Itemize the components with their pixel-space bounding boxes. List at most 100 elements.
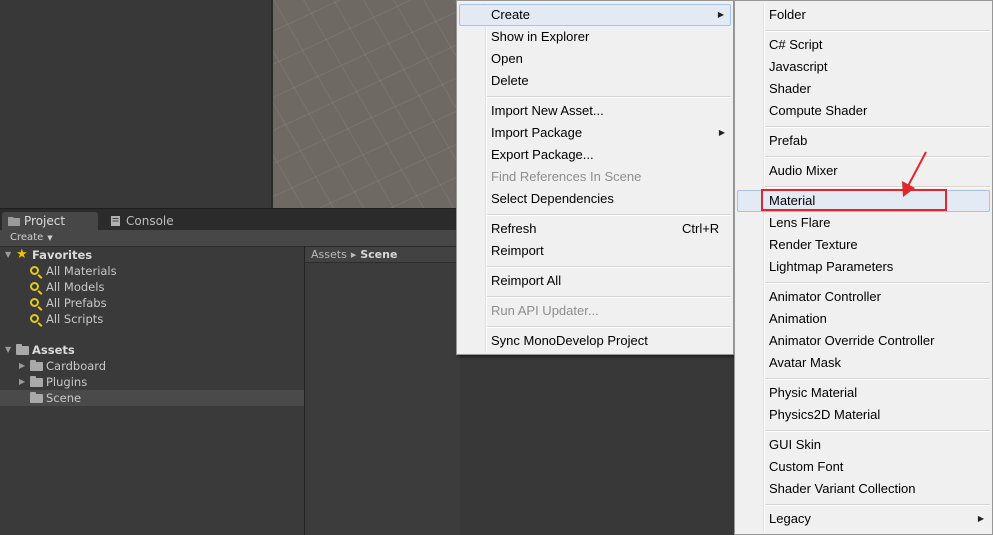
expand-down-icon[interactable]: ▼ [5, 342, 11, 358]
folder-item-plugins[interactable]: ▶ Plugins [0, 374, 304, 390]
folder-icon [30, 392, 43, 403]
menu-item-label: Shader [769, 81, 811, 96]
favorite-item-all-materials[interactable]: All Materials [0, 263, 304, 279]
menu-item-lens-flare[interactable]: Lens Flare [737, 212, 990, 234]
breadcrumb-scene[interactable]: Scene [360, 248, 397, 261]
menu-item-label: Audio Mixer [769, 163, 838, 178]
menu-item-run-api-updater: Run API Updater... [459, 300, 731, 322]
window-tab-strip: Project Console [0, 208, 460, 230]
favorite-item-all-scripts[interactable]: All Scripts [0, 311, 304, 327]
breadcrumb-assets[interactable]: Assets [311, 248, 347, 261]
menu-item-custom-font[interactable]: Custom Font [737, 456, 990, 478]
menu-item-label: Folder [769, 7, 806, 22]
menu-item-label: Avatar Mask [769, 355, 842, 370]
submenu-arrow-icon: ▶ [977, 514, 984, 523]
create-dropdown[interactable]: Create ▼ [6, 231, 57, 245]
menu-item-folder[interactable]: Folder [737, 4, 990, 26]
menu-item-import-package[interactable]: Import Package ▶ [459, 122, 731, 144]
menu-item-render-texture[interactable]: Render Texture [737, 234, 990, 256]
folder-item-cardboard[interactable]: ▶ Cardboard [0, 358, 304, 374]
assets-header[interactable]: ▼ Assets [0, 342, 304, 358]
context-menu: Create ▶ Show in Explorer Open Delete Imp… [456, 0, 734, 355]
menu-item-label: Reimport [491, 243, 544, 258]
menu-item-physic-material[interactable]: Physic Material [737, 382, 990, 404]
menu-item-label: Lens Flare [769, 215, 831, 230]
favorite-item-all-prefabs[interactable]: All Prefabs [0, 295, 304, 311]
breadcrumb-arrow-icon: ▶ [350, 251, 357, 259]
menu-item-shader-variant-collection[interactable]: Shader Variant Collection [737, 478, 990, 500]
favorite-item-label: All Models [46, 280, 105, 294]
menu-item-csharp-script[interactable]: C# Script [737, 34, 990, 56]
tab-project[interactable]: Project [2, 212, 98, 230]
folder-icon [30, 376, 43, 387]
scene-view[interactable] [273, 0, 463, 208]
submenu-arrow-icon: ▶ [718, 128, 725, 137]
favorite-item-all-models[interactable]: All Models [0, 279, 304, 295]
menu-item-create[interactable]: Create ▶ [459, 4, 731, 26]
menu-item-label: Refresh [491, 221, 537, 236]
menu-item-avatar-mask[interactable]: Avatar Mask [737, 352, 990, 374]
search-icon [30, 298, 39, 307]
menu-item-physics2d-material[interactable]: Physics2D Material [737, 404, 990, 426]
menu-separator [765, 186, 990, 188]
menu-item-javascript[interactable]: Javascript [737, 56, 990, 78]
menu-item-label: Prefab [769, 133, 808, 148]
menu-separator [765, 282, 990, 284]
menu-item-label: Render Texture [769, 237, 858, 252]
menu-item-gui-skin[interactable]: GUI Skin [737, 434, 990, 456]
expand-down-icon[interactable]: ▼ [5, 247, 11, 263]
expand-right-icon[interactable]: ▶ [19, 374, 25, 390]
menu-separator [487, 96, 731, 98]
folder-item-label: Cardboard [46, 359, 107, 373]
shortcut-label: Ctrl+R [682, 221, 720, 236]
menu-separator [765, 378, 990, 380]
menu-item-reimport-all[interactable]: Reimport All [459, 270, 731, 292]
menu-item-sync-monodevelop[interactable]: Sync MonoDevelop Project [459, 330, 731, 352]
menu-item-export-package[interactable]: Export Package... [459, 144, 731, 166]
menu-item-prefab[interactable]: Prefab [737, 130, 990, 152]
menu-item-label: Shader Variant Collection [769, 481, 916, 496]
menu-item-import-new-asset[interactable]: Import New Asset... [459, 100, 731, 122]
tab-console[interactable]: Console [104, 212, 200, 230]
menu-separator [765, 126, 990, 128]
menu-item-label: Export Package... [491, 147, 594, 162]
menu-item-legacy[interactable]: Legacy ▶ [737, 508, 990, 530]
menu-item-label: Import Package [491, 125, 583, 140]
menu-item-select-dependencies[interactable]: Select Dependencies [459, 188, 731, 210]
folder-item-scene[interactable]: Scene [0, 390, 304, 406]
search-icon [30, 282, 39, 291]
menu-item-animator-controller[interactable]: Animator Controller [737, 286, 990, 308]
menu-item-label: Sync MonoDevelop Project [491, 333, 648, 348]
folder-icon [30, 360, 43, 371]
menu-item-label: Physics2D Material [769, 407, 881, 422]
folder-tree: ▼ ★ Favorites All Materials All Models A… [0, 247, 304, 535]
menu-item-delete[interactable]: Delete [459, 70, 731, 92]
expand-right-icon[interactable]: ▶ [19, 358, 25, 374]
menu-separator [765, 30, 990, 32]
submenu-arrow-icon: ▶ [717, 10, 724, 19]
assets-label: Assets [32, 343, 75, 357]
menu-item-audio-mixer[interactable]: Audio Mixer [737, 160, 990, 182]
menu-item-find-references: Find References In Scene [459, 166, 731, 188]
asset-browser: Assets ▶ Scene [305, 247, 460, 535]
menu-item-show-in-explorer[interactable]: Show in Explorer [459, 26, 731, 48]
menu-separator [487, 266, 731, 268]
menu-separator [487, 296, 731, 298]
menu-item-shader[interactable]: Shader [737, 78, 990, 100]
menu-item-open[interactable]: Open [459, 48, 731, 70]
menu-item-animator-override-controller[interactable]: Animator Override Controller [737, 330, 990, 352]
hierarchy-panel [0, 0, 271, 208]
favorites-header[interactable]: ▼ ★ Favorites [0, 247, 304, 263]
breadcrumb: Assets ▶ Scene [305, 247, 460, 263]
menu-item-label: Animator Override Controller [769, 333, 935, 348]
menu-item-refresh[interactable]: Refresh Ctrl+R [459, 218, 731, 240]
menu-item-label: Physic Material [769, 385, 858, 400]
folder-item-label: Plugins [46, 375, 88, 389]
menu-item-lightmap-parameters[interactable]: Lightmap Parameters [737, 256, 990, 278]
search-icon [30, 266, 39, 275]
menu-item-reimport[interactable]: Reimport [459, 240, 731, 262]
menu-item-compute-shader[interactable]: Compute Shader [737, 100, 990, 122]
menu-item-animation[interactable]: Animation [737, 308, 990, 330]
menu-item-label: Find References In Scene [491, 169, 642, 184]
menu-item-label: GUI Skin [769, 437, 822, 452]
